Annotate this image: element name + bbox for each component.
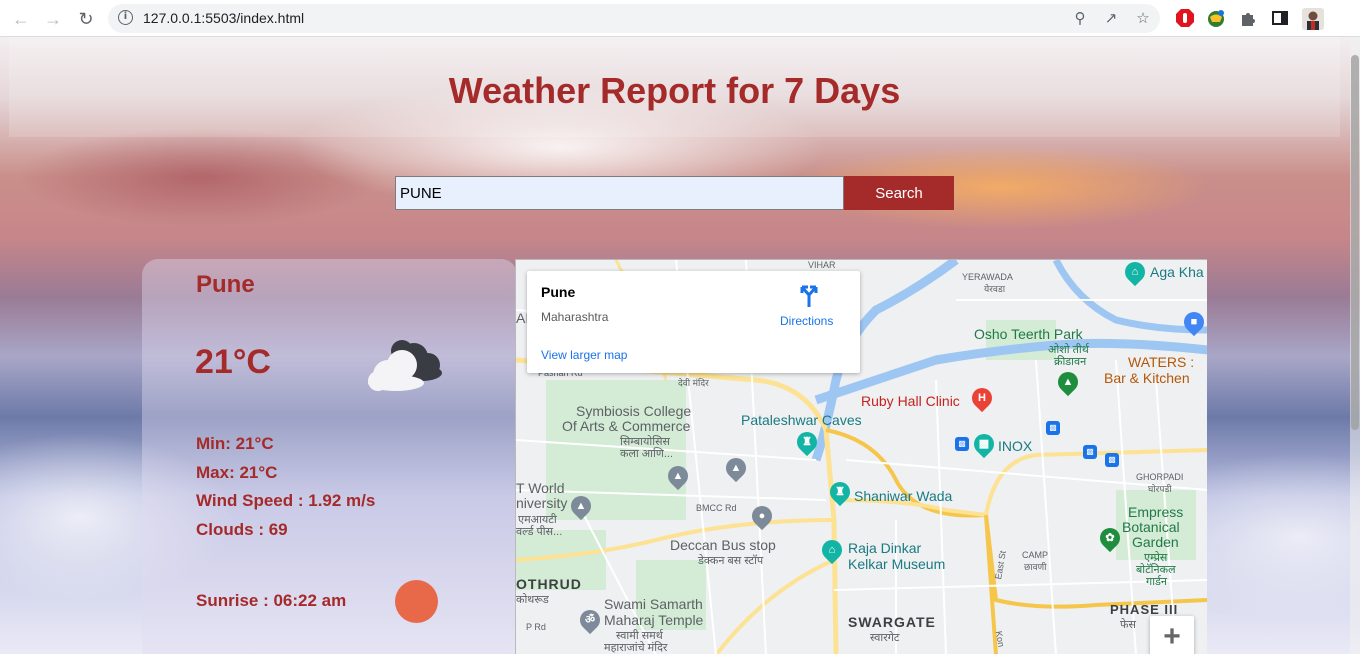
map-label-deccan-mr: डेक्कन बस स्टॉप [698,555,764,567]
map-label-symbiosis2[interactable]: Of Arts & Commerce [562,418,690,434]
zoom-icon[interactable]: ⚲ [1070,9,1090,29]
map-label-swami-mr2: महाराजांचे मंदिर [604,642,668,654]
browser-toolbar: ← → ↻ i 127.0.0.1:5503/index.html ⚲ ↗ ☆ [0,0,1360,37]
map-label-ghorpadi: GHORPADI [1136,472,1184,482]
map-label-yerawada: YERAWADA [962,272,1013,282]
map-label-vihar: VIHAR [808,260,836,270]
school-pin-icon[interactable]: ▲ [566,491,596,521]
sun-icon [395,580,438,623]
map-label-waters[interactable]: WATERS : [1128,354,1194,370]
park-pin-icon[interactable]: ▲ [1053,367,1083,397]
back-arrow-icon[interactable]: ← [10,8,32,30]
transit-icon[interactable]: ▩ [1046,421,1060,435]
school-pin-icon[interactable]: ▲ [721,453,751,483]
directions-link[interactable]: Directions [780,314,833,328]
museum-pin-icon[interactable]: ⌂ [817,535,847,565]
map-label-camp: CAMP [1022,550,1049,560]
location-pin-icon[interactable]: ● [747,501,777,531]
map-label-swami1[interactable]: Swami Samarth [604,596,703,612]
url-text[interactable]: 127.0.0.1:5503/index.html [143,10,304,26]
temperature: 21°C [195,343,271,381]
directions-icon[interactable] [798,285,820,309]
view-larger-map-link[interactable]: View larger map [541,348,627,362]
map-label-swargate-mr: स्वारगेट [870,632,900,644]
map-label-osho[interactable]: Osho Teerth Park [974,326,1083,342]
transit-icon[interactable]: ▩ [1083,445,1097,459]
fort-pin-icon[interactable]: ♜ [825,477,855,507]
map-label-empress-mr3: गार्डन [1146,576,1168,588]
bookmark-star-icon[interactable]: ☆ [1133,9,1153,29]
cloud-icon [368,340,442,391]
sunrise-time: Sunrise : 06:22 am [196,591,347,610]
map-label-symbiosis1[interactable]: Symbiosis College [576,403,691,419]
reload-icon[interactable]: ↻ [75,8,97,30]
city-name: Pune [196,271,255,298]
side-panel-icon[interactable] [1270,8,1290,28]
map-place-name: Pune [541,284,576,300]
map-label-phase-mr: फेस [1120,619,1136,631]
map-label-inox[interactable]: INOX [998,438,1032,454]
map-label-shaniwar-wada[interactable]: Shaniwar Wada [854,488,952,504]
map-label-empress3[interactable]: Garden [1132,534,1179,550]
map-label-raja-dinkar2[interactable]: Kelkar Museum [848,556,945,572]
adblock-extension-icon[interactable] [1175,8,1195,28]
map-label-empress2[interactable]: Botanical [1122,519,1180,535]
address-bar[interactable]: i 127.0.0.1:5503/index.html ⚲ ↗ ☆ [108,4,1160,33]
transit-icon[interactable]: ▩ [1105,453,1119,467]
map-label-osho-mr2: क्रीडावन [1054,356,1087,368]
map-label-phase: PHASE III [1110,602,1179,617]
map-label-raja-dinkar1[interactable]: Raja Dinkar [848,540,921,556]
search-button[interactable]: Search [844,176,954,210]
scrollbar-thumb[interactable] [1351,55,1359,430]
city-search-input[interactable] [395,176,844,210]
map-label-deccan[interactable]: Deccan Bus stop [670,537,776,553]
landmark-pin-icon[interactable]: ♜ [792,427,822,457]
garden-pin-icon[interactable]: ✿ [1095,523,1125,553]
cinema-pin-icon[interactable]: ▩ [969,429,999,459]
share-icon[interactable]: ↗ [1101,9,1121,29]
weather-card: Pune 21°C Min: 21°C Max: 21°C Wind Speed… [142,259,517,654]
school-pin-icon[interactable]: ▲ [663,461,693,491]
map-label-kothrud-mr: कोथरूड [516,594,549,606]
map-label-camp-mr: छावणी [1024,562,1047,572]
clouds-value: Clouds : 69 [196,520,288,539]
map-label-bar-kitchen[interactable]: Bar & Kitchen [1104,370,1190,386]
map-label-ruby-hall[interactable]: Ruby Hall Clinic [861,393,960,409]
google-map[interactable]: YERAWADA येरवडा VIHAR ⌂ Aga Kha ■ Osho T… [515,259,1207,654]
page-scrollbar[interactable] [1350,37,1360,654]
site-info-icon[interactable]: i [118,10,133,25]
profile-avatar[interactable] [1302,8,1324,30]
map-label-world-peace4: वर्ल्ड पीस... [516,526,563,538]
temple-pin-icon[interactable]: ॐ [575,605,605,635]
globe-extension-icon[interactable] [1206,8,1226,28]
map-label-pataleshwar[interactable]: Pataleshwar Caves [741,412,862,428]
map-place-state: Maharashtra [541,310,609,324]
map-place-card: Pune Maharashtra View larger map Directi… [527,271,860,373]
map-label-world-peace1[interactable]: T World [516,480,565,496]
shopping-pin-icon[interactable]: ■ [1179,307,1207,337]
map-label-yerawada-mr: येरवडा [984,284,1006,294]
map-label-swami2[interactable]: Maharaj Temple [604,612,703,628]
max-temperature: Max: 21°C [196,463,278,482]
map-label-empress1[interactable]: Empress [1128,504,1183,520]
map-label-kothrud[interactable]: OTHRUD [516,576,582,592]
page-title: Weather Report for 7 Days [448,70,901,111]
page-background: Weather Report for 7 Days Search Pune 21… [0,37,1360,654]
extensions-puzzle-icon[interactable] [1238,8,1258,28]
zoom-in-button[interactable]: + [1150,616,1194,654]
wind-speed: Wind Speed : 1.92 m/s [196,491,376,510]
map-label-aga-khan[interactable]: Aga Kha [1150,264,1204,280]
map-label-devi: देवी मंदिर [678,378,709,388]
map-label-world-peace2[interactable]: niversity [516,495,567,511]
map-label-bmcc: BMCC Rd [696,503,737,513]
map-label-ghorpadi-mr: घोरपडी [1148,484,1172,494]
transit-icon[interactable]: ▩ [955,437,969,451]
map-label-swargate[interactable]: SWARGATE [848,614,936,630]
map-label-symbiosis-mr2: कला आणि... [620,448,674,460]
forward-arrow-icon[interactable]: → [42,8,64,30]
hospital-pin-icon[interactable]: H [967,383,997,413]
map-label-p-rd: P Rd [526,622,546,632]
min-temperature: Min: 21°C [196,434,274,453]
